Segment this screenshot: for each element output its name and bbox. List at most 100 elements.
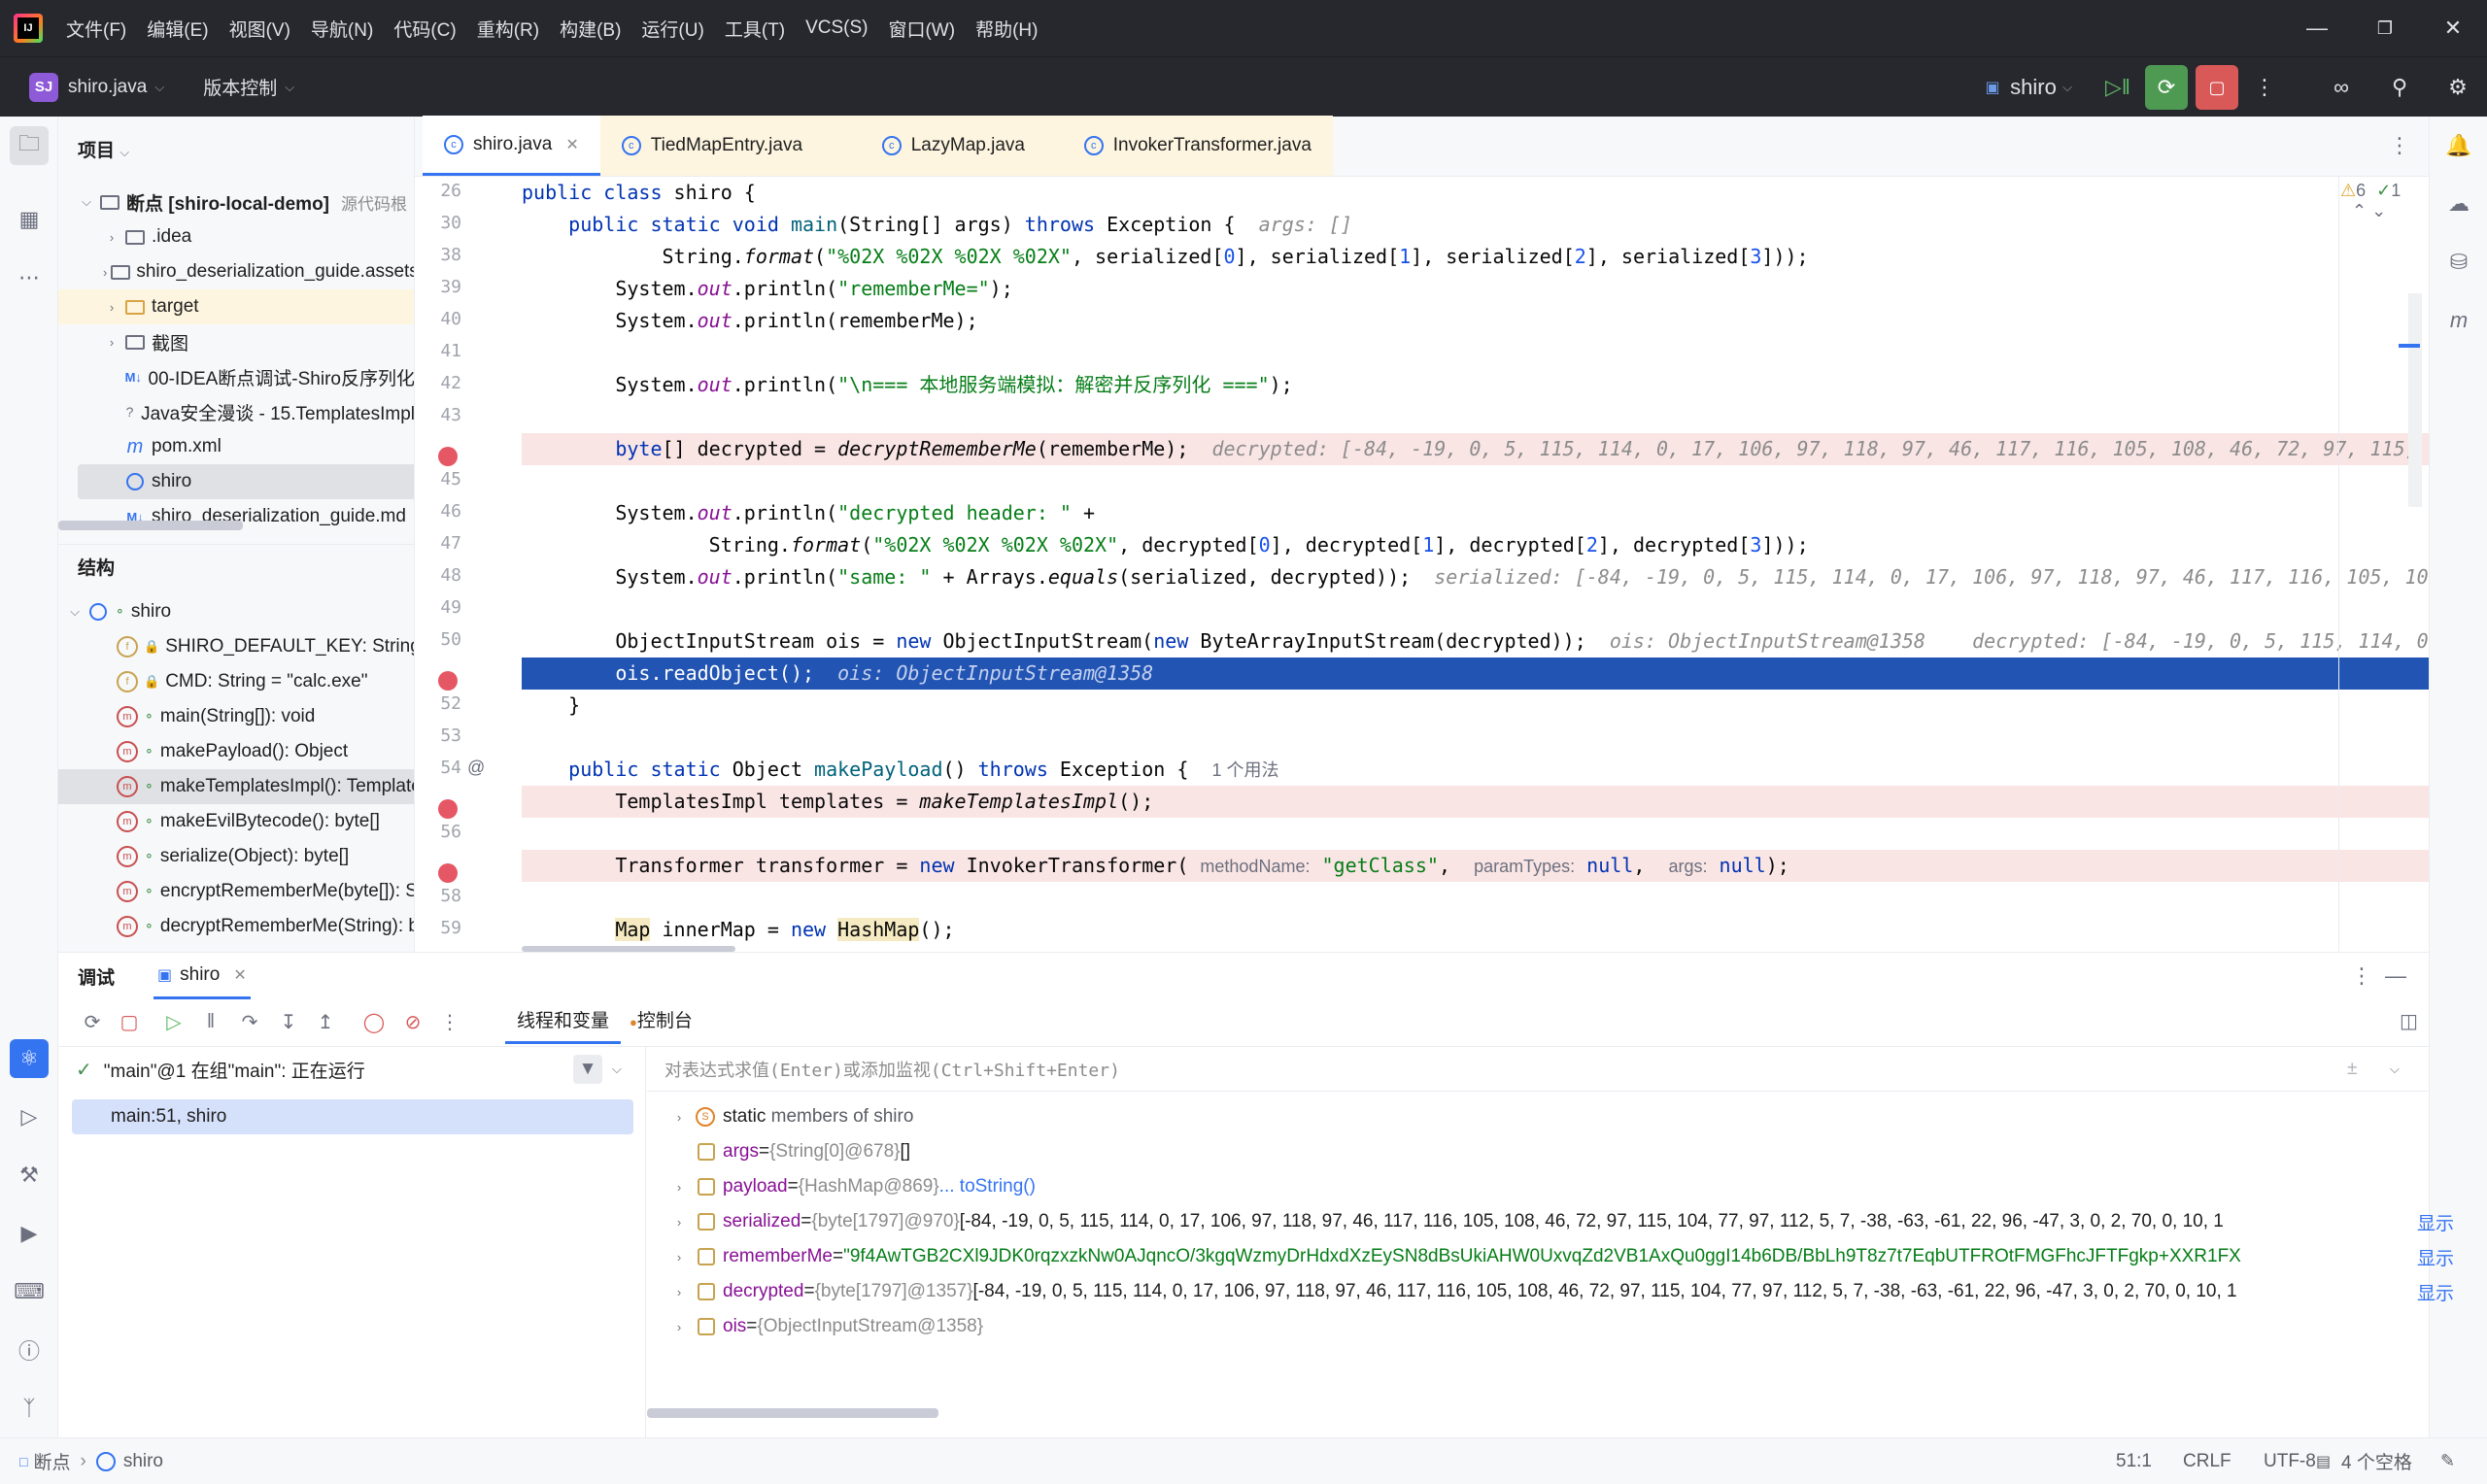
ai-chat-icon[interactable]: ☁ (2439, 185, 2478, 223)
structure-item[interactable]: m ⚬ encryptRememberMe(byte[]): String (58, 874, 414, 909)
menu-file[interactable]: 文件(F) (66, 16, 126, 42)
menu-help[interactable]: 帮助(H) (975, 16, 1038, 42)
tree-item-idea[interactable]: › .idea (58, 219, 414, 254)
minimize-icon[interactable]: — (2283, 0, 2351, 56)
variable-row-args[interactable]: args = {String[0]@678} [] (647, 1134, 2454, 1169)
menu-window[interactable]: 窗口(W) (888, 16, 955, 42)
stop-icon[interactable]: ▢ (115, 1007, 144, 1036)
close-tab-icon[interactable]: ✕ (565, 135, 578, 154)
tab-tiedmapentry[interactable]: c TiedMapEntry.java (599, 116, 861, 176)
code-line[interactable]: public static void main(String[] args) t… (522, 209, 2429, 241)
tab-invokertransformer[interactable]: c InvokerTransformer.java (1062, 116, 1333, 176)
structure-item[interactable]: m ⚬ serialize(Object): byte[] (58, 839, 414, 874)
problems-tool-icon[interactable]: ⓘ (10, 1331, 49, 1369)
structure-item[interactable]: m ⚬ makeEvilBytecode(): byte[] (58, 804, 414, 839)
breakpoint-icon[interactable] (438, 863, 458, 883)
settings-gear-icon[interactable]: ⚙ (2438, 65, 2477, 110)
chevron-down-icon[interactable]: ⌵ (612, 1062, 622, 1077)
maximize-icon[interactable]: ❐ (2351, 0, 2419, 56)
chevron-right-icon[interactable]: › (666, 1285, 692, 1299)
code-line[interactable]: System.out.println(rememberMe); (522, 305, 2429, 337)
menu-navigate[interactable]: 导航(N) (311, 16, 373, 42)
chevron-right-icon[interactable]: › (666, 1180, 692, 1195)
chevron-right-icon[interactable]: › (666, 1250, 692, 1265)
code-line[interactable]: System.out.println("rememberMe="); (522, 273, 2429, 305)
thread-selector[interactable]: ✓ "main"@1 在组"main": 正在运行 ⌵ ▼ (76, 1047, 639, 1092)
stack-frame-selected[interactable]: main:51, shiro (72, 1099, 633, 1134)
mute-breakpoints-icon[interactable]: ⊘ (398, 1007, 427, 1036)
structure-item[interactable]: m ⚬ makePayload(): Object (58, 734, 414, 769)
filter-icon[interactable]: ▼ (573, 1055, 602, 1084)
file-encoding[interactable]: UTF-8 (2264, 1451, 2316, 1472)
code-area[interactable]: ⚠6 ✓1 ⌃ ⌄ public class shiro { public st… (522, 177, 2429, 952)
git-tool-icon[interactable]: ᛉ (10, 1389, 49, 1428)
more-icon[interactable]: ⋮ (435, 1007, 464, 1036)
eval-expression-field[interactable]: 对表达式求值(Enter)或添加监视(Ctrl+Shift+Enter) ± ⌵ (647, 1047, 2429, 1092)
code-line[interactable]: String.format("%02X %02X %02X %02X", dec… (522, 529, 2429, 561)
code-line-breakpoint[interactable]: byte[] decrypted = decryptRememberMe(rem… (522, 433, 2429, 465)
tab-console[interactable]: ●控制台 (622, 1007, 700, 1036)
tree-item-assets[interactable]: › shiro_deserialization_guide.assets (58, 254, 414, 289)
code-line[interactable]: System.out.println("same: " + Arrays.equ… (522, 561, 2429, 593)
tree-item-md-guide[interactable]: M↓ 00-IDEA断点调试-Shiro反序列化 (58, 359, 414, 394)
tab-shiro-java[interactable]: c shiro.java ✕ (423, 116, 600, 176)
breakpoint-icon[interactable] (438, 447, 458, 466)
build-tool-icon[interactable]: ⚒ (10, 1156, 49, 1195)
chevron-down-icon[interactable]: ⌵ (78, 194, 95, 210)
tree-item-pdf[interactable]: ? Java安全漫谈 - 15.TemplatesImpl (58, 394, 414, 429)
menu-edit[interactable]: 编辑(E) (147, 16, 208, 42)
menu-refactor[interactable]: 重构(R) (477, 16, 539, 42)
show-link[interactable]: 显示 (2411, 1209, 2454, 1235)
tree-item-shiro[interactable]: shiro (78, 464, 414, 499)
step-out-icon[interactable]: ↥ (311, 1007, 340, 1036)
chevron-right-icon[interactable]: › (103, 300, 120, 315)
code-line[interactable]: public static Object makePayload() throw… (522, 754, 2429, 786)
intellij-logo-icon[interactable]: IJ (14, 14, 43, 43)
code-line[interactable]: System.out.println("\n=== 本地服务端模拟：解密并反序列… (522, 369, 2429, 401)
hide-panel-icon[interactable]: — (2385, 963, 2406, 989)
layout-icon[interactable]: ◫ (2400, 1009, 2418, 1033)
code-line[interactable]: } (522, 690, 2429, 722)
structure-item[interactable]: m ⚬ main(String[]): void (58, 699, 414, 734)
structure-item[interactable]: m ⚬ decryptRememberMe(String): byte[] (58, 909, 414, 944)
code-line-breakpoint[interactable]: Transformer transformer = new InvokerTra… (522, 850, 2429, 882)
vcs-widget[interactable]: 版本控制 (203, 74, 277, 100)
tab-lazymap[interactable]: c LazyMap.java (860, 116, 1063, 176)
rerun-icon[interactable]: ⟳ (78, 1007, 107, 1036)
more-icon[interactable]: ⋮ (2351, 963, 2372, 989)
readonly-toggle-icon[interactable]: ✎ (2440, 1451, 2455, 1471)
run-tool-icon[interactable]: ▷ (10, 1097, 49, 1136)
show-link[interactable]: 显示 (2411, 1279, 2454, 1305)
caret-position[interactable]: 51:1 (2116, 1451, 2152, 1472)
close-window-icon[interactable]: ✕ (2419, 0, 2487, 56)
search-icon[interactable]: ⚲ (2380, 65, 2419, 110)
view-breakpoints-icon[interactable]: ◯ (359, 1007, 389, 1036)
breadcrumb-root[interactable]: 断点 (33, 1448, 70, 1474)
pause-icon[interactable]: ‖ (196, 1007, 225, 1036)
code-line[interactable]: ObjectInputStream ois = new ObjectInputS… (522, 625, 2429, 658)
menu-build[interactable]: 构建(B) (560, 16, 621, 42)
code-line[interactable]: Map innerMap = new HashMap(); (522, 914, 2429, 946)
menu-vcs[interactable]: VCS(S) (805, 17, 868, 39)
run-config-select[interactable]: shiro (2010, 65, 2057, 110)
breadcrumb-file[interactable]: shiro (123, 1451, 163, 1472)
project-name[interactable]: shiro.java (68, 77, 147, 98)
tree-item-pom[interactable]: m pom.xml (58, 429, 414, 464)
database-icon[interactable]: ⛁ (2439, 243, 2478, 282)
menu-view[interactable]: 视图(V) (229, 16, 290, 42)
close-session-icon[interactable]: ✕ (233, 965, 246, 985)
more-icon[interactable]: ⋮ (2250, 65, 2279, 110)
variable-row-decrypted[interactable]: › decrypted = {byte[1797]@1357} [-84, -1… (647, 1274, 2454, 1309)
chevron-down-icon[interactable]: ⌵ (154, 80, 164, 95)
show-link[interactable]: 显示 (2411, 1244, 2454, 1270)
resume-icon[interactable]: ▷‖ (2098, 65, 2137, 110)
add-watch-icon[interactable]: ± (2347, 1059, 2357, 1080)
tree-item-screenshots[interactable]: › 截图 (58, 324, 414, 359)
more-tools-icon[interactable]: ⋯ (10, 258, 49, 297)
indent-setting[interactable]: 4 个空格 (2341, 1448, 2412, 1474)
debug-tool-icon[interactable]: ⚛ (10, 1039, 49, 1078)
menu-code[interactable]: 代码(C) (393, 16, 456, 42)
chevron-right-icon[interactable]: › (666, 1215, 692, 1230)
breakpoint-icon[interactable] (438, 671, 458, 691)
stop-icon[interactable]: ▢ (2196, 65, 2238, 110)
